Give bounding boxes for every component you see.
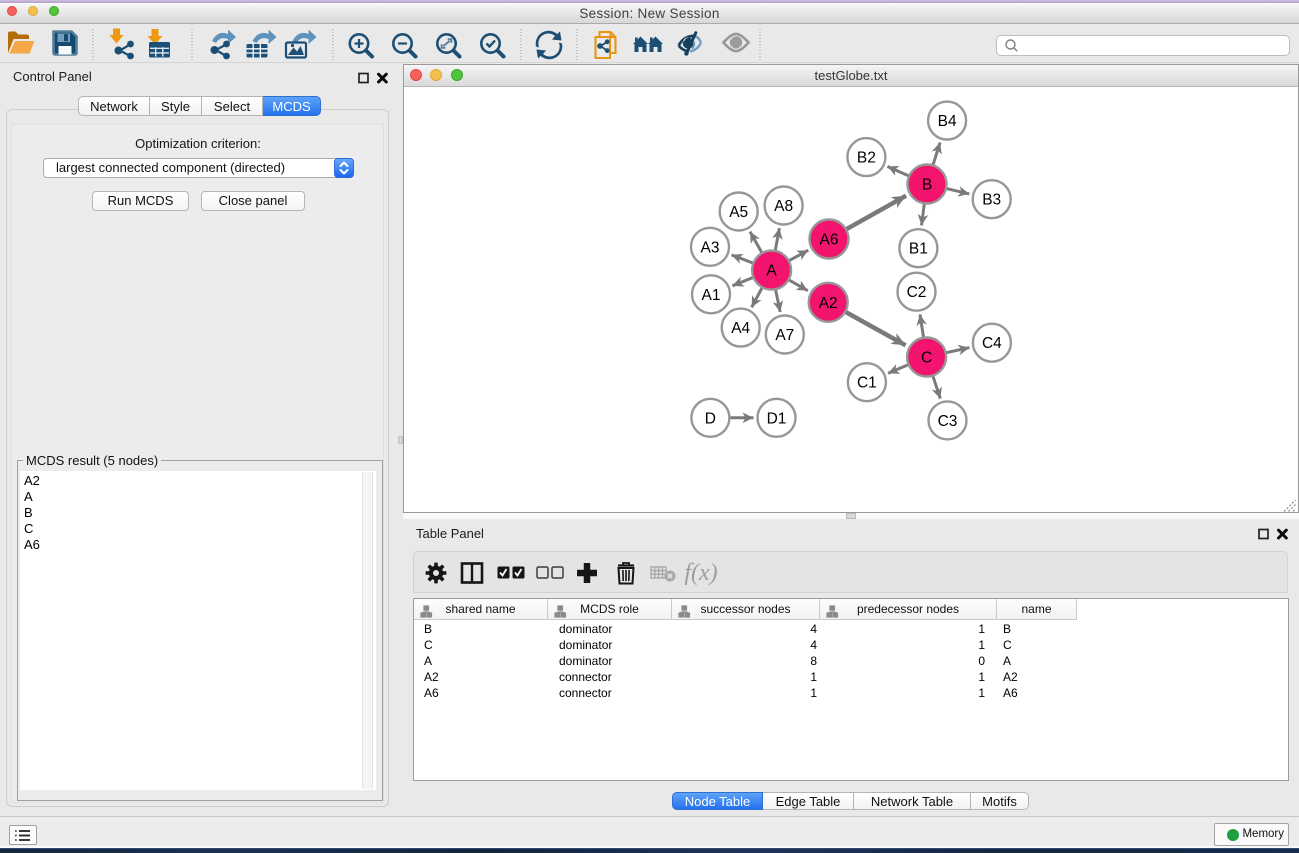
svg-text:D: D	[705, 410, 716, 427]
svg-text:A5: A5	[729, 204, 748, 221]
svg-text:A2: A2	[819, 295, 838, 312]
svg-text:f(x): f(x)	[684, 560, 717, 586]
svg-text:C2: C2	[907, 284, 927, 301]
svg-text:C4: C4	[982, 335, 1002, 352]
svg-text:A1: A1	[702, 287, 721, 304]
svg-text:C: C	[921, 350, 932, 367]
svg-text:A6: A6	[820, 232, 839, 249]
svg-text:D1: D1	[767, 410, 787, 427]
svg-text:B2: B2	[857, 150, 876, 167]
svg-text:A3: A3	[701, 239, 720, 256]
svg-text:C1: C1	[857, 375, 877, 392]
svg-text:C3: C3	[938, 413, 958, 430]
svg-text:B4: B4	[938, 113, 957, 130]
svg-text:B: B	[922, 177, 932, 194]
svg-text:B1: B1	[909, 241, 928, 258]
svg-text:A4: A4	[731, 320, 750, 337]
svg-text:A: A	[766, 263, 777, 280]
svg-text:A8: A8	[774, 198, 793, 215]
svg-text:B3: B3	[982, 192, 1001, 209]
svg-text:A7: A7	[775, 327, 794, 344]
